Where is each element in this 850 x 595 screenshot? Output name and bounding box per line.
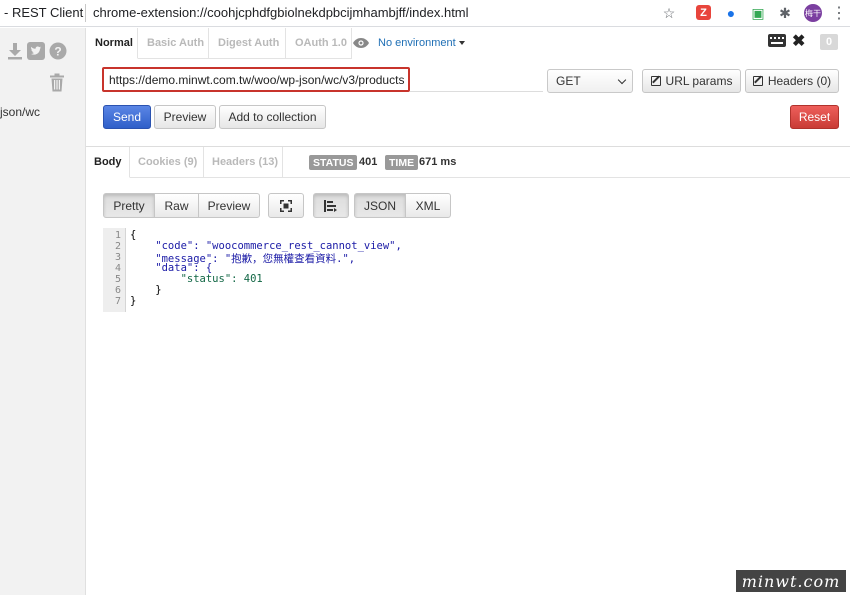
eye-icon[interactable] bbox=[352, 37, 370, 52]
help-icon[interactable]: ? bbox=[49, 42, 67, 60]
add-to-collection-button[interactable]: Add to collection bbox=[219, 105, 326, 129]
edit-icon bbox=[650, 76, 661, 86]
edit-icon bbox=[752, 76, 763, 86]
window-title: - REST Client bbox=[4, 5, 84, 20]
browser-top-bar: - REST Client chrome-extension://coohjcp… bbox=[0, 0, 850, 27]
reset-button[interactable]: Reset bbox=[790, 105, 839, 129]
puzzle-icon[interactable]: ✱ bbox=[776, 4, 794, 22]
headers-label: Headers (0) bbox=[767, 74, 832, 88]
globe-extension-icon[interactable]: ● bbox=[722, 4, 740, 22]
line-number: 1 bbox=[114, 230, 121, 241]
preview-button[interactable]: Preview bbox=[154, 105, 216, 129]
svg-text:?: ? bbox=[54, 45, 61, 59]
kebab-menu-icon[interactable]: ⋮ bbox=[830, 4, 848, 22]
tab-normal[interactable]: Normal bbox=[86, 28, 138, 59]
tab-oauth[interactable]: OAuth 1.0 bbox=[286, 28, 352, 59]
json-button[interactable]: JSON bbox=[354, 193, 406, 218]
line-number: 4 bbox=[114, 263, 121, 274]
twitter-icon[interactable] bbox=[27, 42, 45, 60]
sidebar: ? json/wc bbox=[0, 28, 86, 595]
time-value: 671 ms bbox=[419, 156, 457, 168]
extension-url[interactable]: chrome-extension://coohjcphdfgbiolnekdpb… bbox=[93, 5, 469, 20]
fullscreen-icon[interactable] bbox=[268, 193, 304, 218]
xml-button[interactable]: XML bbox=[405, 193, 451, 218]
status-badge: STATUS bbox=[309, 155, 358, 170]
extension-z-icon[interactable]: Z bbox=[696, 5, 711, 20]
image-extension-icon[interactable]: ▣ bbox=[749, 4, 767, 22]
star-icon[interactable]: ☆ bbox=[660, 4, 678, 22]
tab-cookies[interactable]: Cookies (9) bbox=[130, 147, 204, 178]
history-item[interactable]: json/wc bbox=[0, 105, 40, 119]
status-value: 401 bbox=[359, 156, 378, 168]
response-code-view[interactable]: 1 2 3 4 5 6 7 { "code": "woocommerce_res… bbox=[103, 228, 850, 312]
line-number: 7 bbox=[114, 296, 121, 307]
wrap-toggle-icon[interactable] bbox=[313, 193, 349, 218]
pretty-button[interactable]: Pretty bbox=[103, 193, 155, 218]
magic-wand-icon[interactable]: ✖ bbox=[792, 31, 805, 51]
line-number: 2 bbox=[114, 241, 121, 252]
time-badge: TIME bbox=[385, 155, 419, 170]
method-select[interactable]: GET bbox=[547, 69, 633, 93]
tab-digest-auth[interactable]: Digest Auth bbox=[209, 28, 286, 59]
line-number-gutter: 1 2 3 4 5 6 7 bbox=[103, 228, 126, 312]
url-input-underline bbox=[410, 91, 543, 92]
url-params-button[interactable]: URL params bbox=[642, 69, 741, 93]
auth-tabs: Normal Basic Auth Digest Auth OAuth 1.0 … bbox=[86, 28, 850, 59]
download-icon[interactable] bbox=[6, 42, 24, 60]
environment-label: No environment bbox=[378, 37, 456, 49]
url-params-label: URL params bbox=[665, 74, 733, 88]
environment-selector[interactable]: No environment bbox=[378, 37, 465, 49]
keyboard-icon[interactable] bbox=[768, 34, 786, 47]
url-input[interactable]: https://demo.minwt.com.tw/woo/wp-json/wc… bbox=[102, 67, 410, 92]
tab-response-headers[interactable]: Headers (13) bbox=[204, 147, 283, 178]
count-badge: 0 bbox=[820, 34, 838, 50]
trash-icon[interactable] bbox=[48, 72, 66, 92]
line-number: 3 bbox=[114, 252, 121, 263]
code-line: } bbox=[130, 295, 137, 307]
send-button[interactable]: Send bbox=[103, 105, 151, 129]
title-separator bbox=[85, 4, 86, 22]
preview-view-button[interactable]: Preview bbox=[198, 193, 260, 218]
caret-down-icon bbox=[458, 41, 465, 46]
tab-body[interactable]: Body bbox=[86, 147, 130, 178]
tab-basic-auth[interactable]: Basic Auth bbox=[138, 28, 209, 59]
headers-button[interactable]: Headers (0) bbox=[745, 69, 839, 93]
method-value: GET bbox=[556, 74, 581, 88]
raw-button[interactable]: Raw bbox=[154, 193, 199, 218]
avatar[interactable]: 梅干 bbox=[804, 4, 822, 22]
line-number: 5 bbox=[114, 274, 121, 285]
watermark: minwt.com bbox=[736, 570, 846, 592]
line-number: 6 bbox=[114, 285, 121, 296]
